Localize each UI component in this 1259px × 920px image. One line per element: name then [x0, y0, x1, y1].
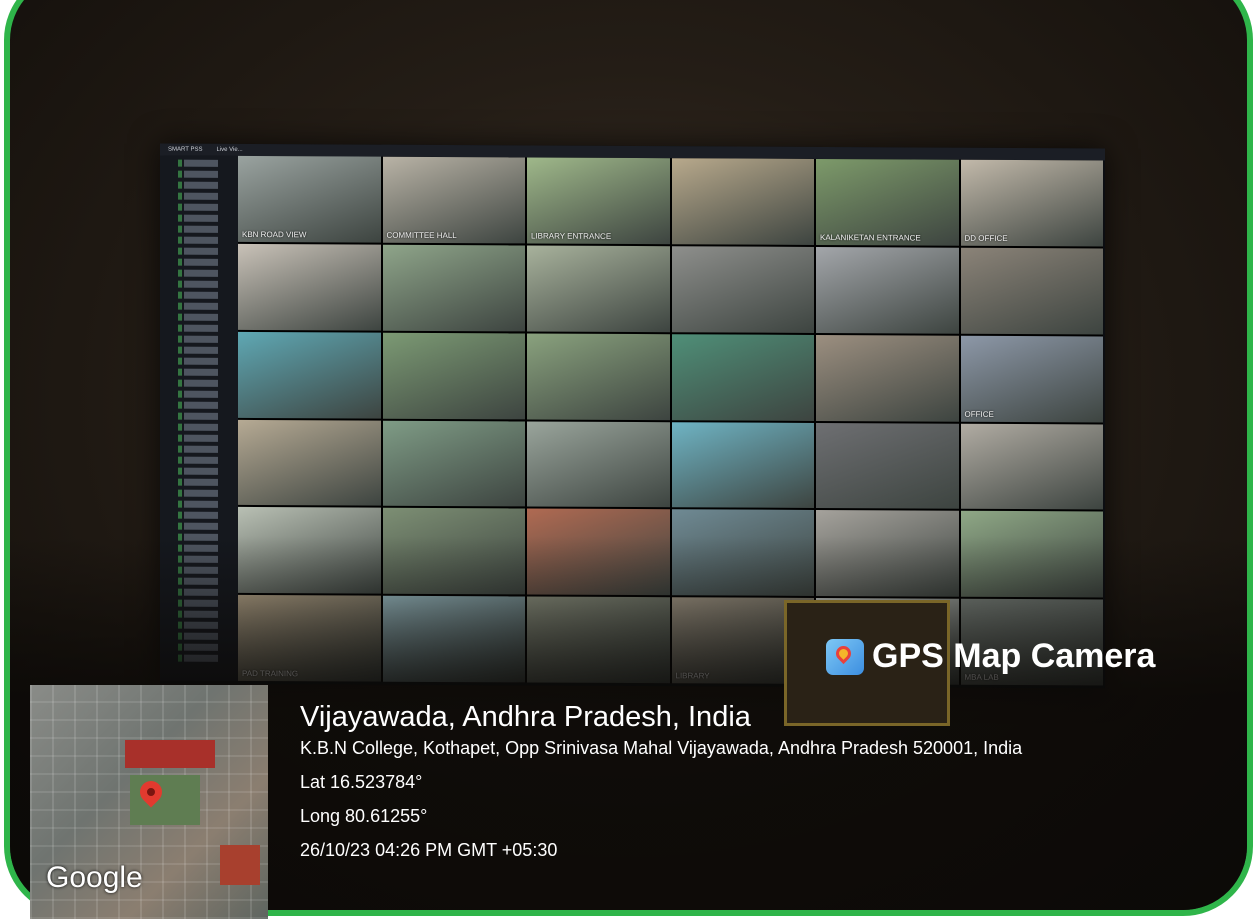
device-tree-item[interactable] — [178, 434, 218, 442]
camera-tile[interactable] — [527, 333, 670, 420]
device-tree-item[interactable] — [178, 192, 218, 200]
brand-label: GPS Map Camera — [872, 637, 1156, 675]
device-tree-item[interactable] — [178, 423, 218, 431]
camera-tile[interactable] — [671, 246, 814, 333]
device-tree-item[interactable] — [178, 335, 218, 343]
device-tree-item[interactable] — [178, 302, 218, 310]
device-tree-item[interactable] — [178, 522, 218, 530]
latitude: Lat 16.523784° — [300, 772, 423, 792]
device-tree-item[interactable] — [178, 467, 218, 475]
camera-tile[interactable] — [960, 423, 1103, 510]
camera-label: LIBRARY ENTRANCE — [531, 231, 612, 241]
device-tree-item[interactable] — [178, 269, 218, 277]
device-tree-item[interactable] — [178, 159, 218, 167]
camera-label: COMMITTEE HALL — [386, 230, 457, 240]
camera-tile[interactable]: KBN ROAD VIEW — [238, 155, 381, 243]
device-tree-item[interactable] — [178, 489, 218, 497]
device-tree-item[interactable] — [178, 203, 218, 211]
camera-label: KALANIKETAN ENTRANCE — [820, 232, 921, 243]
longitude: Long 80.61255° — [300, 806, 428, 826]
device-tree-item[interactable] — [178, 291, 218, 299]
timestamp: 26/10/23 04:26 PM GMT +05:30 — [300, 840, 558, 860]
address-line: K.B.N College, Kothapet, Opp Srinivasa M… — [300, 738, 1023, 758]
camera-tile[interactable] — [816, 334, 959, 422]
camera-tile[interactable]: LIBRARY ENTRANCE — [527, 157, 670, 245]
vms-live-view-tab[interactable]: Live Vie... — [216, 147, 242, 153]
gps-map-camera-icon — [826, 638, 864, 675]
camera-tile[interactable] — [382, 244, 525, 332]
camera-tile[interactable] — [816, 246, 959, 334]
location-info: Vijayawada, Andhra Pradesh, India K.B.N … — [300, 700, 1022, 861]
device-tree-item[interactable] — [178, 170, 218, 178]
device-tree-item[interactable] — [178, 390, 218, 398]
camera-tile[interactable]: DD OFFICE — [960, 159, 1103, 247]
device-tree-item[interactable] — [178, 181, 218, 189]
camera-tile[interactable] — [816, 422, 959, 510]
google-logo: Google — [46, 861, 143, 894]
device-tree-item[interactable] — [178, 258, 218, 266]
camera-tile[interactable]: KALANIKETAN ENTRANCE — [816, 158, 959, 246]
device-tree-item[interactable] — [178, 236, 218, 244]
camera-tile[interactable] — [960, 247, 1103, 335]
satellite-map-thumbnail: Google — [30, 685, 268, 919]
device-tree-item[interactable] — [178, 511, 218, 519]
camera-label: KBN ROAD VIEW — [242, 229, 307, 240]
device-tree-item[interactable] — [178, 280, 218, 288]
device-tree-item[interactable] — [178, 324, 218, 332]
camera-label: OFFICE — [964, 409, 994, 419]
device-tree-item[interactable] — [178, 214, 218, 222]
device-tree-item[interactable] — [178, 456, 218, 464]
map-building — [125, 740, 215, 768]
device-tree-item[interactable] — [178, 401, 218, 409]
device-tree-item[interactable] — [178, 225, 218, 233]
device-tree-item[interactable] — [178, 368, 218, 376]
device-tree-item[interactable] — [178, 500, 218, 508]
camera-tile[interactable]: OFFICE — [960, 335, 1103, 422]
camera-tile[interactable]: COMMITTEE HALL — [382, 156, 525, 244]
camera-tile[interactable] — [527, 245, 670, 332]
camera-tile[interactable] — [671, 158, 814, 245]
device-tree-item[interactable] — [178, 313, 218, 321]
camera-tile[interactable] — [382, 332, 525, 419]
map-building — [130, 775, 200, 825]
device-tree-item[interactable] — [178, 445, 218, 453]
map-building — [220, 845, 260, 885]
camera-tile[interactable] — [671, 421, 814, 509]
device-tree-item[interactable] — [178, 346, 218, 354]
camera-tile[interactable] — [238, 243, 381, 331]
camera-tile[interactable] — [238, 419, 381, 507]
device-tree-item[interactable] — [178, 357, 218, 365]
device-tree-item[interactable] — [178, 247, 218, 255]
camera-tile[interactable] — [671, 333, 814, 421]
device-tree-item[interactable] — [178, 379, 218, 387]
device-tree-item[interactable] — [178, 412, 218, 420]
camera-tile[interactable] — [238, 331, 381, 419]
device-tree-item[interactable] — [178, 478, 218, 486]
camera-label: DD OFFICE — [964, 233, 1008, 243]
gps-map-camera-brand: GPS Map Camera — [826, 637, 1155, 676]
camera-tile[interactable] — [527, 420, 670, 508]
city-line: Vijayawada, Andhra Pradesh, India — [300, 701, 751, 733]
vms-app-name: SMART PSS — [168, 146, 203, 153]
camera-tile[interactable] — [382, 420, 525, 507]
